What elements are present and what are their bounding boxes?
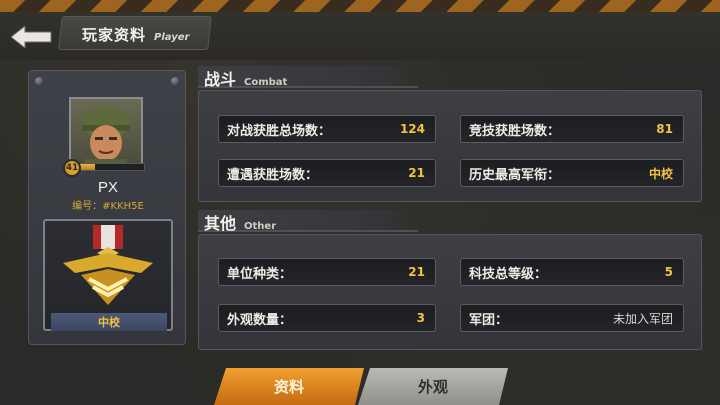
- stat-unit-types: 单位种类： 21: [218, 258, 436, 286]
- tab-appearance[interactable]: 外观: [358, 368, 508, 405]
- stat-legion: 军团： 未加入军团: [460, 304, 684, 332]
- other-title-zh: 其他: [204, 214, 237, 233]
- rank-name: 中校: [51, 313, 167, 331]
- stat-label: 军团：: [469, 312, 509, 328]
- avatar[interactable]: [69, 97, 143, 171]
- tab-label: 资料: [273, 378, 304, 396]
- stat-total-wins: 对战获胜总场数： 124: [218, 115, 436, 143]
- combat-title-zh: 战斗: [204, 70, 237, 89]
- tab-profile[interactable]: 资料: [214, 368, 364, 405]
- stat-value: 5: [664, 265, 673, 279]
- stat-label: 竞技获胜场数：: [469, 123, 561, 139]
- stat-label: 外观数量：: [227, 312, 293, 328]
- other-section-header: 其他 Other: [198, 210, 418, 233]
- stat-value: 21: [408, 166, 425, 180]
- stat-value: 21: [408, 265, 425, 279]
- stat-value: 3: [416, 311, 425, 325]
- stat-value: 81: [656, 122, 673, 136]
- other-title-en: Other: [244, 221, 277, 232]
- profile-panel: 41 PX 编号：#KKH5E ★ ★ 中校: [28, 70, 186, 345]
- soldier-portrait-icon: [82, 107, 130, 169]
- stat-label: 历史最高军衔：: [469, 167, 561, 183]
- hazard-stripe: [0, 0, 720, 12]
- stat-value: 中校: [648, 166, 673, 181]
- stat-skin-count: 外观数量： 3: [218, 304, 436, 332]
- player-id: 编号：#KKH5E: [72, 201, 144, 212]
- combat-section-header: 战斗 Combat: [198, 66, 418, 89]
- combat-title-en: Combat: [244, 77, 288, 88]
- rank-box: ★ ★ 中校: [43, 219, 173, 331]
- page-title-zh: 玩家资料: [82, 26, 147, 44]
- xp-bar: [77, 163, 145, 171]
- rank-insignia-icon: [63, 225, 153, 305]
- stat-label: 单位种类：: [227, 266, 293, 282]
- page-title: 玩家资料 Player: [82, 24, 189, 45]
- stat-highest-rank: 历史最高军衔： 中校: [460, 159, 684, 187]
- stat-arena-wins: 竞技获胜场数： 81: [460, 115, 684, 143]
- stat-tech-level: 科技总等级： 5: [460, 258, 684, 286]
- stat-value: 124: [399, 122, 425, 136]
- stat-encounter-wins: 遭遇获胜场数： 21: [218, 159, 436, 187]
- rivet-icon: [35, 77, 43, 85]
- stat-label: 遭遇获胜场数：: [227, 167, 319, 183]
- page-title-en: Player: [154, 32, 190, 43]
- back-arrow-icon: [11, 26, 52, 48]
- level-badge: 41: [63, 159, 81, 177]
- back-button[interactable]: [8, 22, 56, 52]
- other-panel: [198, 234, 702, 350]
- stat-label: 科技总等级：: [469, 266, 548, 282]
- rivet-icon: [171, 77, 179, 85]
- player-name: PX: [97, 179, 118, 196]
- tab-label: 外观: [417, 378, 448, 396]
- stat-value: 未加入军团: [612, 311, 673, 326]
- stat-label: 对战获胜总场数：: [227, 123, 332, 139]
